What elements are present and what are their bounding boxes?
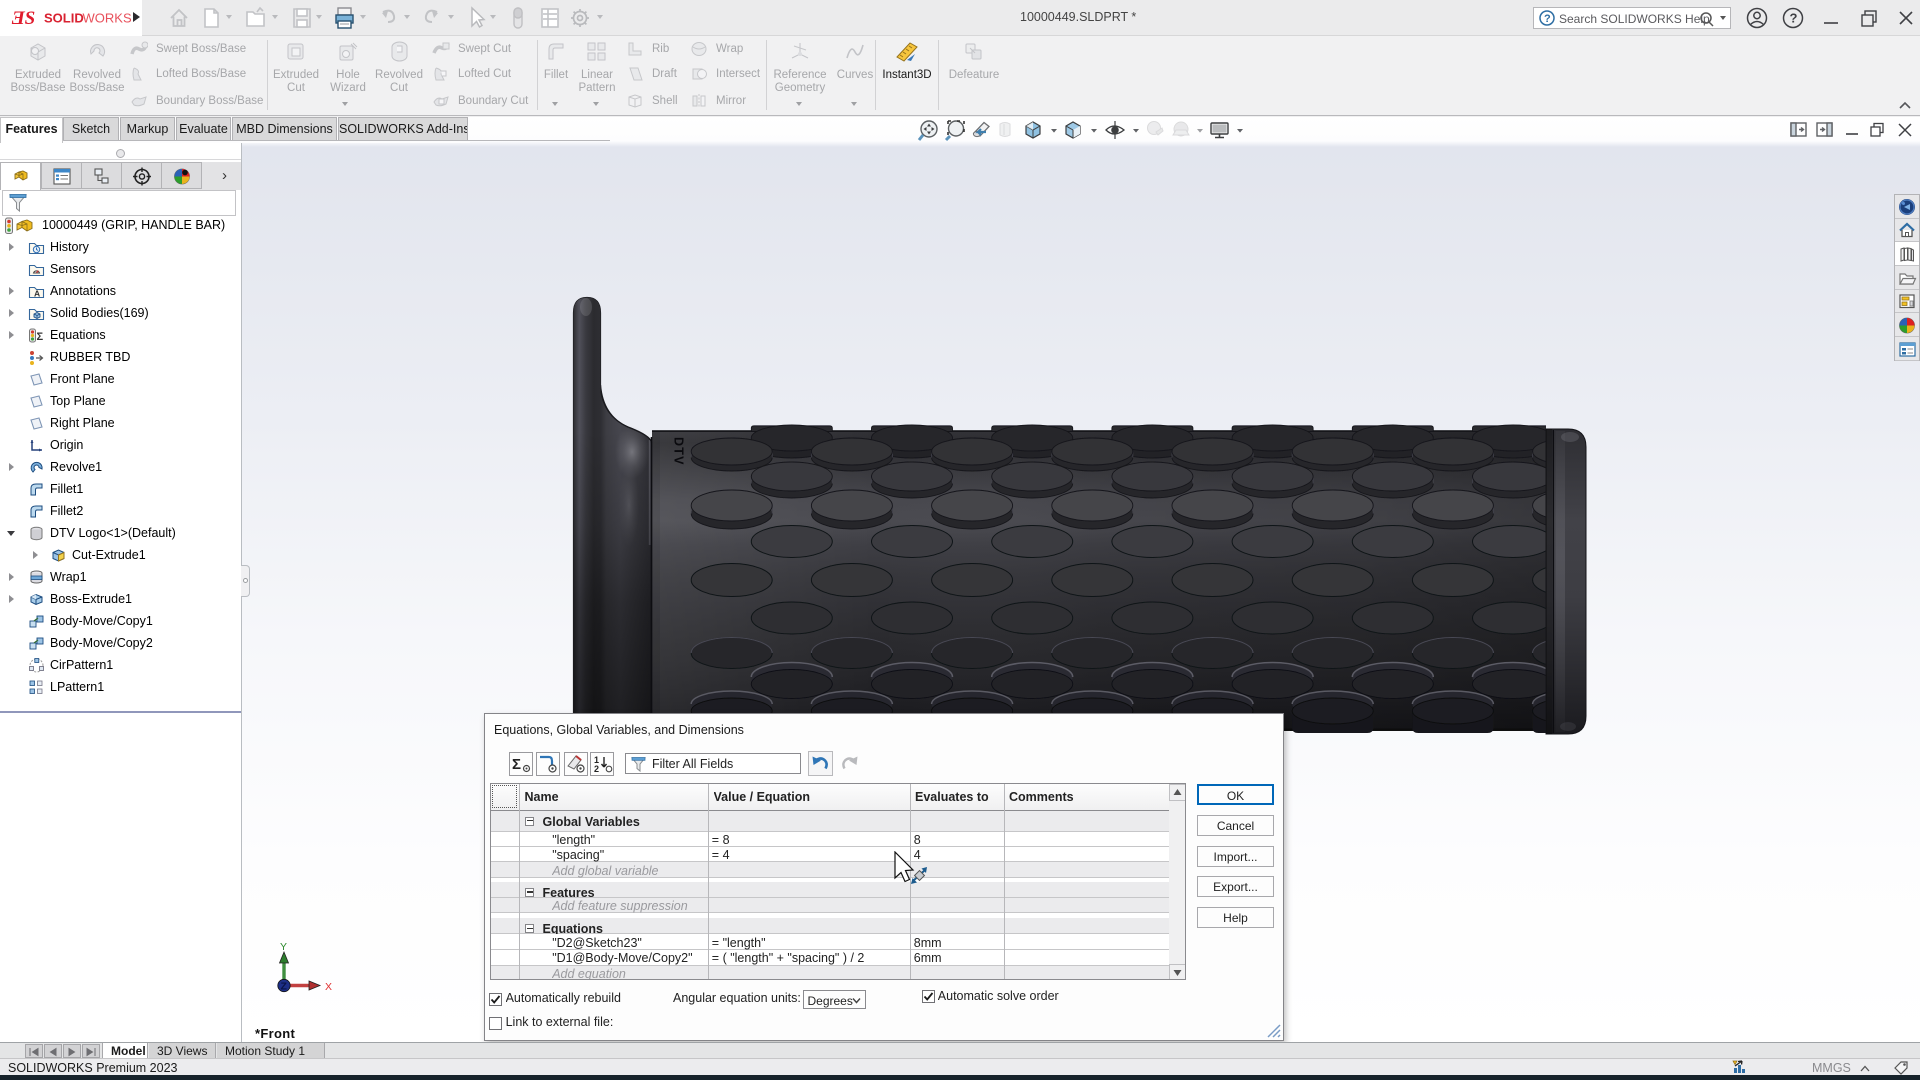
svg-text:WORKS: WORKS: [83, 11, 132, 26]
svg-text:2: 2: [594, 764, 599, 774]
svg-text:ƎS: ƎS: [11, 8, 35, 29]
svg-text:X: X: [325, 981, 332, 993]
svg-text:A: A: [34, 289, 40, 299]
svg-text:SOLID: SOLID: [44, 11, 84, 26]
svg-text:Σ: Σ: [512, 756, 521, 773]
svg-text:DTV: DTV: [672, 437, 686, 466]
svg-text:?: ?: [1790, 11, 1798, 26]
svg-text:Σ: Σ: [37, 331, 44, 343]
svg-text:Z: Z: [281, 981, 288, 993]
svg-text:?: ?: [1544, 13, 1551, 25]
svg-text:Y: Y: [280, 941, 287, 953]
